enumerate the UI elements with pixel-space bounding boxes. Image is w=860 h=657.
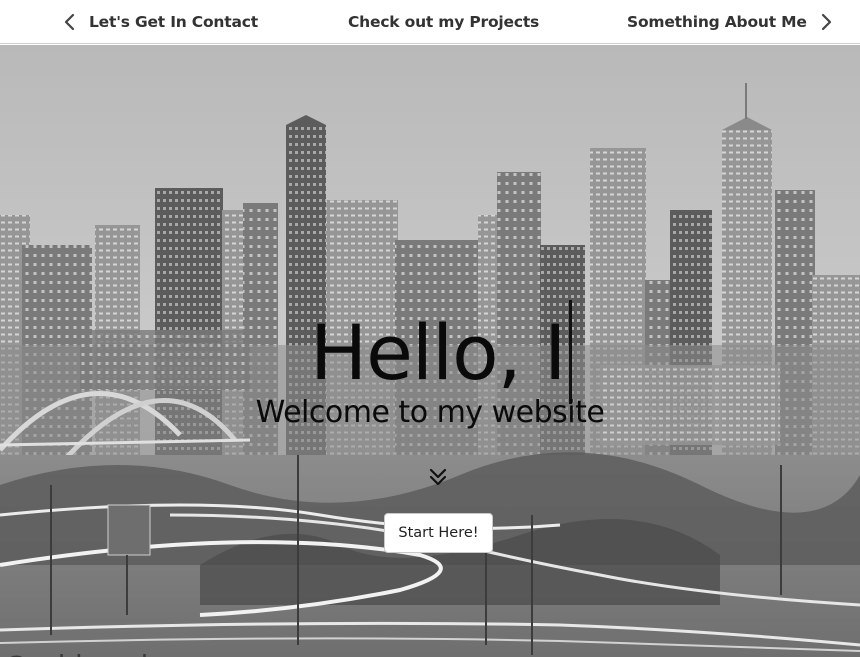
double-chevron-down-icon[interactable] — [427, 466, 449, 488]
nav-contact-link[interactable]: Let's Get In Contact — [60, 0, 258, 44]
social-handle: @rubiocode — [2, 649, 165, 657]
hero-headline-text: Hello, I — [310, 307, 566, 397]
hero-section: Hello, I Welcome to my website Start Her… — [0, 45, 860, 657]
hero-subheading: Welcome to my website — [255, 395, 605, 430]
chevron-left-icon — [64, 13, 75, 31]
start-here-button[interactable]: Start Here! — [384, 513, 493, 553]
typing-caret — [569, 300, 573, 404]
top-navigation: Let's Get In Contact Check out my Projec… — [0, 0, 860, 44]
hero-headline: Hello, I — [310, 300, 573, 404]
nav-contact-label: Let's Get In Contact — [89, 13, 258, 31]
nav-about-link[interactable]: Something About Me — [627, 0, 836, 44]
nav-projects-label: Check out my Projects — [348, 13, 540, 31]
nav-projects-link[interactable]: Check out my Projects — [348, 0, 539, 44]
chevron-right-icon — [821, 13, 831, 31]
nav-about-label: Something About Me — [627, 13, 807, 31]
